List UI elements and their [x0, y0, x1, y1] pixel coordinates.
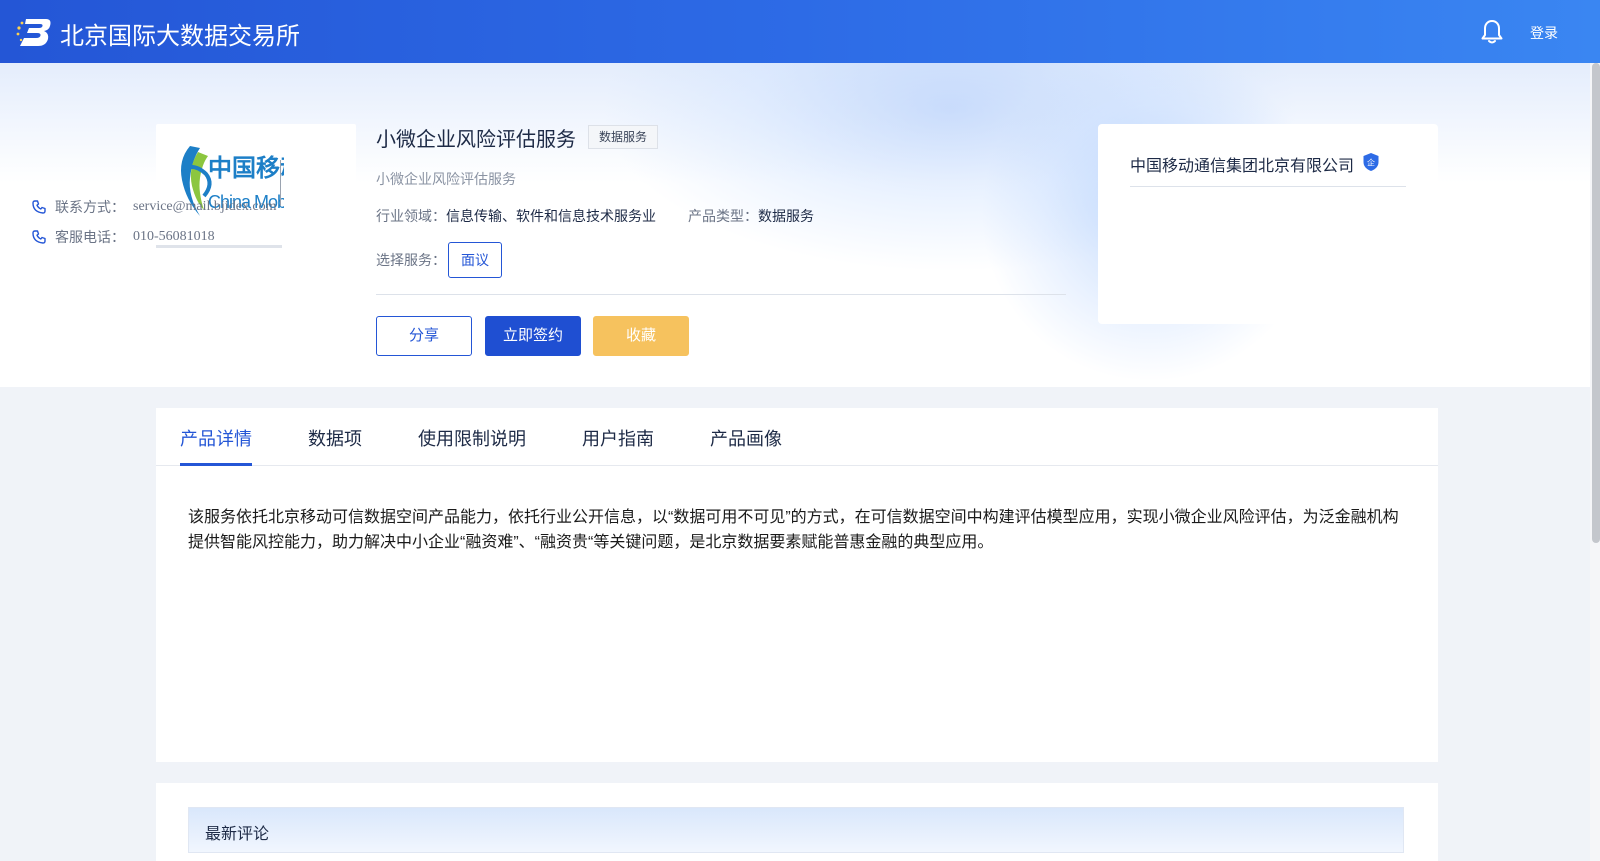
share-button[interactable]: 分享 — [376, 316, 472, 356]
service-option-negotiable[interactable]: 面议 — [448, 242, 502, 278]
service-label: 选择服务： — [376, 252, 446, 268]
detail-tabs: 产品详情 数据项 使用限制说明 用户指南 产品画像 — [156, 408, 1438, 466]
tab-usage-restrictions[interactable]: 使用限制说明 — [418, 425, 526, 451]
provider-name[interactable]: 中国移动通信集团北京有限公司 — [1130, 152, 1354, 176]
phone-icon — [32, 230, 46, 244]
provider-contact: 联系方式： service@mail.bjidex.com — [32, 197, 277, 217]
phone-number: 010-56081018 — [133, 229, 215, 244]
comments-title: 最新评论 — [205, 826, 270, 843]
tab-data-items[interactable]: 数据项 — [308, 425, 362, 451]
scrollbar-thumb[interactable] — [1592, 63, 1600, 543]
provider-card: 中国移动通信集团北京有限公司 企 — [1098, 124, 1438, 324]
product-subtitle: 小微企业风险评估服务 — [376, 171, 516, 187]
comments-header: 最新评论 — [188, 807, 1404, 853]
tab-user-guide[interactable]: 用户指南 — [582, 425, 654, 451]
product-type-value: 数据服务 — [758, 208, 814, 224]
contact-email[interactable]: service@mail.bjidex.com — [133, 199, 277, 215]
svg-text:中国移动: 中国移动 — [208, 155, 284, 182]
service-selector: 选择服务： 面议 — [376, 242, 502, 278]
product-meta: 行业领域： 信息传输、软件和信息技术服务业 产品类型： 数据服务 — [376, 206, 814, 226]
sign-now-button[interactable]: 立即签约 — [485, 316, 581, 356]
product-type-tag: 数据服务 — [588, 125, 659, 149]
site-title[interactable]: 北京国际大数据交易所 — [60, 16, 300, 51]
provider-divider — [1130, 186, 1406, 187]
favorite-button[interactable]: 收藏 — [593, 316, 689, 356]
shield-verified-icon: 企 — [1363, 153, 1379, 171]
svg-text:企: 企 — [1367, 158, 1375, 168]
provider-hotline: 客服电话： 010-56081018 — [32, 227, 215, 247]
active-tab-indicator — [180, 463, 252, 466]
product-detail-panel: 产品详情 数据项 使用限制说明 用户指南 产品画像 该服务依托北京移动可信数据空… — [156, 408, 1438, 762]
bidex-logo-icon[interactable] — [16, 16, 52, 48]
product-description: 该服务依托北京移动可信数据空间产品能力，依托行业公开信息，以“数据可用不可见”的… — [188, 509, 1399, 551]
comments-panel: 最新评论 — [156, 783, 1438, 861]
logo-divider — [280, 160, 281, 206]
industry-label: 行业领域： — [376, 208, 446, 224]
phone-label: 客服电话： — [55, 229, 125, 245]
tab-product-details[interactable]: 产品详情 — [180, 425, 252, 451]
tab-product-profile[interactable]: 产品画像 — [710, 425, 782, 451]
industry-value: 信息传输、软件和信息技术服务业 — [446, 208, 656, 224]
product-type-label: 产品类型： — [688, 208, 758, 224]
bell-icon[interactable] — [1480, 19, 1504, 45]
product-title: 小微企业风险评估服务 — [376, 129, 576, 151]
top-navigation-bar: 北京国际大数据交易所 登录 — [0, 0, 1600, 63]
login-link[interactable]: 登录 — [1530, 23, 1558, 43]
contact-label: 联系方式： — [55, 199, 125, 215]
hero-divider — [376, 294, 1066, 295]
phone-icon — [32, 200, 46, 214]
